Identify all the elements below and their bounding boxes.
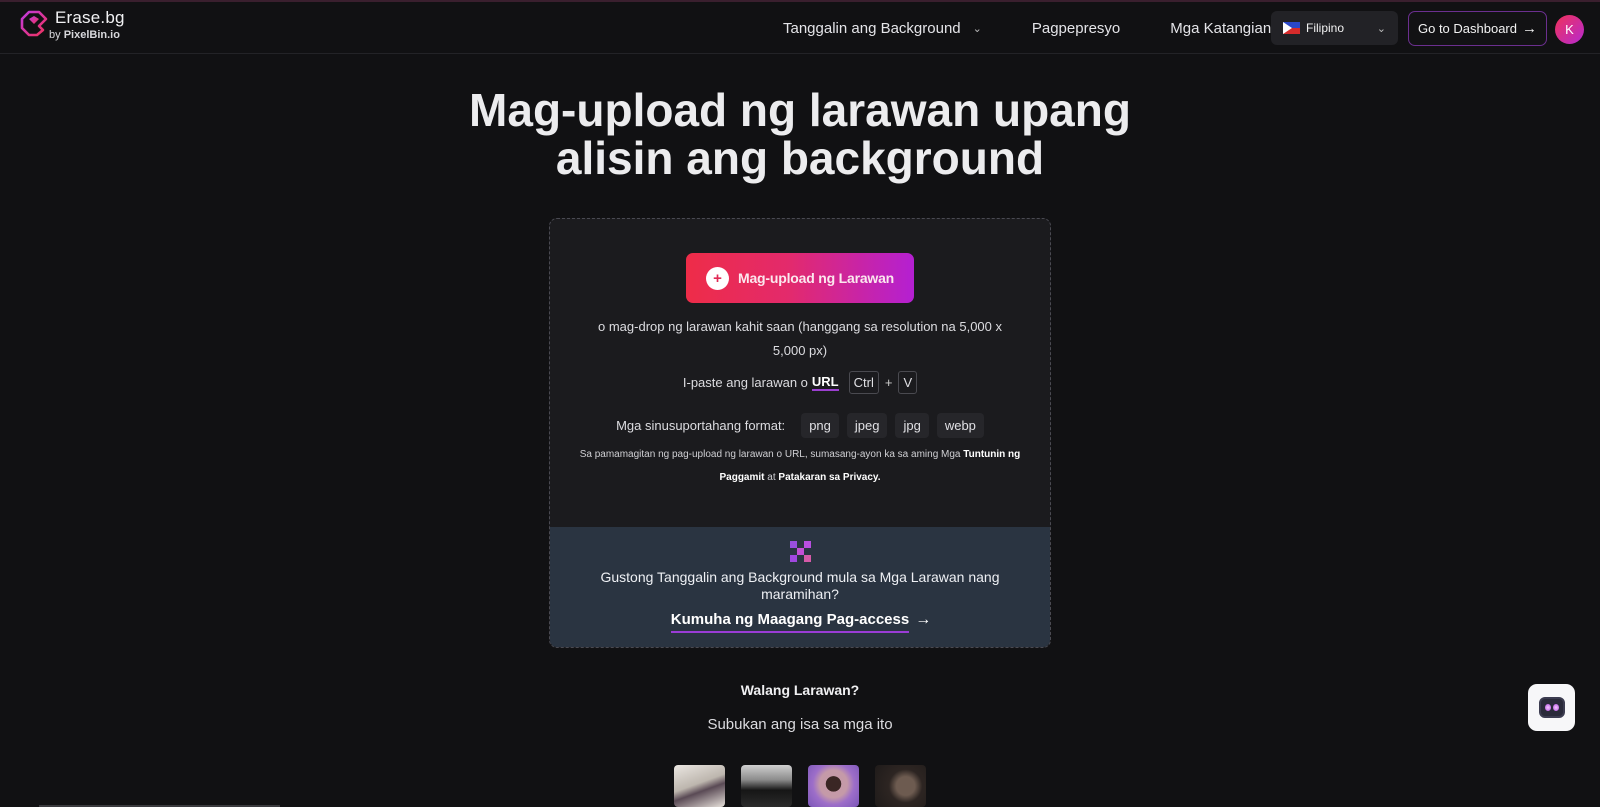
erase-bg-logo-icon xyxy=(20,10,48,37)
ctrl-key: Ctrl xyxy=(848,371,879,394)
upload-button-label: Mag-upload ng Larawan xyxy=(738,270,895,286)
top-navbar: Erase.bg by PixelBin.io Tanggalin ang Ba… xyxy=(0,2,1600,54)
no-image-heading: Walang Larawan? xyxy=(740,682,860,698)
early-access-label: Kumuha ng Maagang Pag-access xyxy=(670,611,910,633)
privacy-policy-link[interactable]: Patakaran sa Privacy. xyxy=(778,472,880,483)
page-title: Mag-upload ng larawan upang alisin ang b… xyxy=(0,86,1600,182)
bulk-description: Gustong Tanggalin ang Background mula sa… xyxy=(600,569,1000,602)
logo[interactable]: Erase.bg by PixelBin.io xyxy=(19,9,125,41)
title-line-2: alisin ang background xyxy=(555,132,1045,184)
format-badge: jpeg xyxy=(846,413,888,438)
dashboard-button-label: Go to Dashboard xyxy=(1417,21,1517,36)
arrow-right-icon: → xyxy=(1522,20,1537,37)
format-badge: jpg xyxy=(895,413,929,438)
upload-dropzone[interactable]: + Mag-upload ng Larawan o mag-drop ng la… xyxy=(549,218,1051,648)
bulk-grid-icon xyxy=(790,541,811,562)
nav-item-label: Tanggalin ang Background xyxy=(783,20,961,37)
upload-image-button[interactable]: + Mag-upload ng Larawan xyxy=(686,253,914,303)
language-selector[interactable]: Filipino ⌄ xyxy=(1271,11,1398,45)
terms-and: at xyxy=(767,472,776,483)
format-badge: png xyxy=(801,413,839,438)
brand-name: Erase.bg xyxy=(55,8,125,27)
paste-instructions: I-paste ang larawan o URL Ctrl + V xyxy=(550,371,1050,394)
chat-bot-icon xyxy=(1538,697,1565,718)
terms-text: Sa pamamagitan ng pag-upload ng larawan … xyxy=(579,449,961,460)
shortcut-plus: + xyxy=(884,375,893,390)
try-samples-text: Subukan ang isa sa mga ito xyxy=(707,716,893,733)
brand-byline: by PixelBin.io xyxy=(49,30,125,41)
paste-text: I-paste ang larawan o xyxy=(682,375,808,390)
drop-instructions: o mag-drop ng larawan kahit saan (hangga… xyxy=(598,319,1002,358)
early-access-link[interactable]: Kumuha ng Maagang Pag-access → xyxy=(550,611,1050,633)
terms-notice: Sa pamamagitan ng pag-upload ng larawan … xyxy=(570,443,1030,489)
philippines-flag-icon xyxy=(1283,22,1300,34)
formats-label: Mga sinusuportahang format: xyxy=(616,418,786,433)
language-label: Filipino xyxy=(1306,21,1345,35)
plus-icon: + xyxy=(706,266,729,290)
paste-url-link[interactable]: URL xyxy=(811,374,839,391)
chevron-down-icon: ⌄ xyxy=(972,23,982,35)
nav-item-remove-background[interactable]: Tanggalin ang Background ⌄ xyxy=(783,20,982,37)
sample-image-black-car[interactable] xyxy=(741,765,792,807)
go-to-dashboard-button[interactable]: Go to Dashboard → xyxy=(1408,11,1547,46)
chat-widget-button[interactable] xyxy=(1528,684,1575,731)
nav-item-label: Pagpepresyo xyxy=(1031,20,1121,37)
user-avatar[interactable]: K xyxy=(1555,15,1584,44)
supported-formats: Mga sinusuportahang format: png jpeg jpg… xyxy=(550,413,1050,438)
bulk-access-panel: Gustong Tanggalin ang Background mula sa… xyxy=(550,527,1050,647)
nav-item-label: Mga Katangian xyxy=(1170,20,1272,37)
format-badge: webp xyxy=(936,413,984,438)
v-key: V xyxy=(898,371,918,394)
sample-images xyxy=(674,765,942,807)
main-nav: Tanggalin ang Background ⌄ Pagpepresyo M… xyxy=(783,20,1271,37)
byline-prefix: by xyxy=(49,29,61,41)
byline-company: PixelBin.io xyxy=(63,29,120,41)
sample-image-woman-with-hat[interactable] xyxy=(674,765,725,807)
nav-item-features[interactable]: Mga Katangian xyxy=(1170,20,1271,37)
sample-image-man-portrait[interactable] xyxy=(875,765,926,807)
sample-image-woman-purple-background[interactable] xyxy=(808,765,859,807)
chevron-down-icon: ⌄ xyxy=(1376,22,1386,35)
title-line-1: Mag-upload ng larawan upang xyxy=(469,84,1131,136)
arrow-right-icon: → xyxy=(915,611,932,628)
nav-item-pricing[interactable]: Pagpepresyo xyxy=(1032,20,1120,37)
